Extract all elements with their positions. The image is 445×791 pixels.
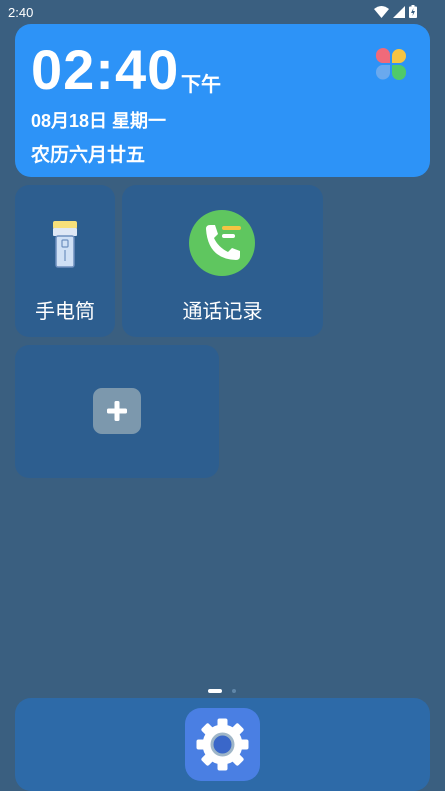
- settings-gear-icon: [196, 718, 249, 771]
- page-dot[interactable]: [232, 689, 236, 693]
- add-button[interactable]: [93, 388, 141, 434]
- signal-icon: [393, 5, 405, 18]
- settings-app[interactable]: [185, 708, 260, 781]
- page-indicator: [0, 688, 445, 694]
- phone-call-log-icon: [189, 210, 255, 276]
- battery-icon: [409, 5, 417, 18]
- call-log-tile[interactable]: 通话记录: [122, 185, 323, 337]
- clock-date: 08月18日 星期一: [31, 111, 167, 131]
- petal-launcher-icon[interactable]: [375, 48, 407, 80]
- clock-widget[interactable]: 02:40 下午 08月18日 星期一 农历六月廿五: [15, 24, 430, 177]
- clock-time: 02:40: [31, 38, 180, 101]
- flashlight-tile[interactable]: 手电筒: [15, 185, 115, 337]
- page-dot-active: [208, 689, 222, 693]
- dock: [15, 698, 430, 791]
- plus-icon: [107, 401, 127, 421]
- status-icons: [374, 5, 417, 18]
- clock-lunar-date: 农历六月廿五: [31, 145, 146, 166]
- status-time: 2:40: [8, 5, 34, 20]
- status-bar: 2:40: [0, 0, 445, 24]
- flashlight-label: 手电筒: [35, 301, 95, 323]
- clock-ampm: 下午: [181, 74, 221, 96]
- add-widget-tile[interactable]: [15, 345, 219, 478]
- wifi-icon: [374, 5, 389, 18]
- flashlight-icon: [53, 221, 77, 268]
- call-log-label: 通话记录: [182, 301, 263, 323]
